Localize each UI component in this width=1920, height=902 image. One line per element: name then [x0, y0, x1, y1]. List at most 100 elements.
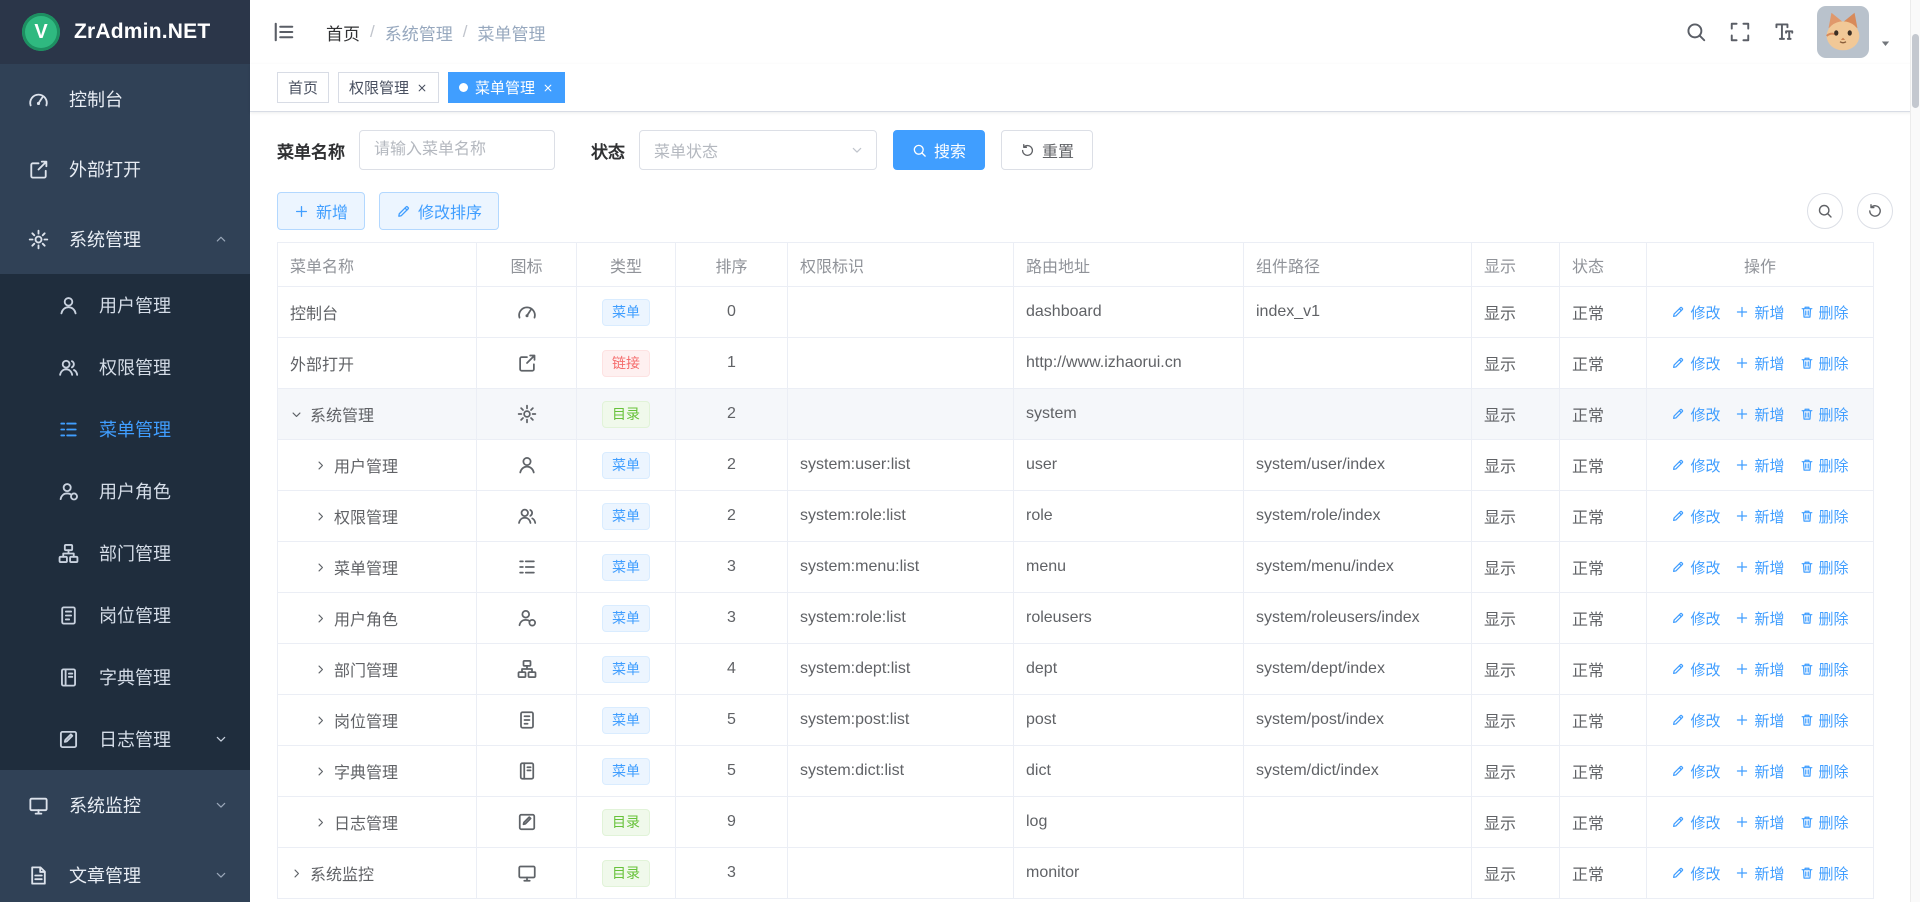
route-value: dashboard [1014, 287, 1244, 338]
sidebar-subitem-2-2[interactable]: 菜单管理 [0, 398, 250, 460]
row-edit-button[interactable]: 修改 [1671, 761, 1720, 782]
hamburger-icon[interactable] [272, 20, 296, 44]
visible-value: 显示 [1472, 848, 1560, 899]
row-add-button[interactable]: 新增 [1735, 659, 1784, 680]
component-value [1244, 848, 1472, 899]
fullscreen-icon[interactable] [1729, 21, 1751, 43]
reset-button[interactable]: 重置 [1001, 130, 1093, 170]
sidebar-subitem-2-5[interactable]: 岗位管理 [0, 584, 250, 646]
row-edit-button[interactable]: 修改 [1671, 353, 1720, 374]
sidebar-subitem-2-6[interactable]: 字典管理 [0, 646, 250, 708]
sidebar-item-1[interactable]: 外部打开 [0, 134, 250, 204]
row-add-button[interactable]: 新增 [1735, 608, 1784, 629]
row-delete-button[interactable]: 删除 [1800, 812, 1849, 833]
row-add-button[interactable]: 新增 [1735, 761, 1784, 782]
visible-value: 显示 [1472, 593, 1560, 644]
row-edit-button[interactable]: 修改 [1671, 404, 1720, 425]
row-delete-button[interactable]: 删除 [1800, 608, 1849, 629]
collapse-row-toggle[interactable] [290, 408, 303, 421]
row-edit-button[interactable]: 修改 [1671, 812, 1720, 833]
breadcrumb-item[interactable]: 首页 [326, 20, 360, 45]
row-edit-button[interactable]: 修改 [1671, 506, 1720, 527]
trash-icon [1800, 560, 1814, 574]
table-search-button[interactable] [1807, 193, 1843, 229]
close-icon[interactable] [542, 82, 554, 94]
edit-icon [1671, 815, 1685, 829]
status-select-value: 菜单状态 [654, 138, 718, 162]
breadcrumb-item: 菜单管理 [477, 20, 545, 45]
status-select[interactable]: 菜单状态 [639, 130, 877, 170]
row-delete-button[interactable]: 删除 [1800, 557, 1849, 578]
sidebar-item-label: 用户角色 [99, 478, 171, 504]
row-delete-button[interactable]: 删除 [1800, 863, 1849, 884]
tab-1[interactable]: 权限管理 [338, 72, 439, 103]
table-refresh-button[interactable] [1857, 193, 1893, 229]
row-delete-button[interactable]: 删除 [1800, 761, 1849, 782]
row-edit-button[interactable]: 修改 [1671, 455, 1720, 476]
chevron-right-icon [314, 765, 327, 778]
sidebar-item-3[interactable]: 系统监控 [0, 770, 250, 840]
column-header: 排序 [676, 243, 788, 287]
row-delete-button[interactable]: 删除 [1800, 710, 1849, 731]
expand-row-toggle[interactable] [314, 765, 327, 778]
row-add-button[interactable]: 新增 [1735, 710, 1784, 731]
sidebar-subitem-2-7[interactable]: 日志管理 [0, 708, 250, 770]
search-button[interactable]: 搜索 [893, 130, 985, 170]
expand-row-toggle[interactable] [290, 867, 303, 880]
row-edit-button[interactable]: 修改 [1671, 302, 1720, 323]
row-edit-button[interactable]: 修改 [1671, 557, 1720, 578]
add-button[interactable]: 新增 [277, 192, 365, 230]
expand-row-toggle[interactable] [314, 561, 327, 574]
row-add-button[interactable]: 新增 [1735, 812, 1784, 833]
sidebar-item-4[interactable]: 文章管理 [0, 840, 250, 902]
sidebar-subitem-2-0[interactable]: 用户管理 [0, 274, 250, 336]
sidebar-item-label: 系统管理 [69, 226, 141, 252]
fontsize-icon[interactable] [1773, 21, 1795, 43]
row-add-button[interactable]: 新增 [1735, 455, 1784, 476]
row-add-button[interactable]: 新增 [1735, 302, 1784, 323]
caret-down-icon[interactable] [1879, 37, 1892, 50]
close-icon[interactable] [416, 82, 428, 94]
sidebar-subitem-2-1[interactable]: 权限管理 [0, 336, 250, 398]
expand-row-toggle[interactable] [314, 510, 327, 523]
row-add-button[interactable]: 新增 [1735, 353, 1784, 374]
row-delete-button[interactable]: 删除 [1800, 404, 1849, 425]
row-edit-button[interactable]: 修改 [1671, 863, 1720, 884]
menu-name-input[interactable] [359, 130, 555, 170]
chevron-right-icon [314, 663, 327, 676]
row-delete-button[interactable]: 删除 [1800, 506, 1849, 527]
row-delete-button[interactable]: 删除 [1800, 659, 1849, 680]
table-header-row: 菜单名称图标类型排序权限标识路由地址组件路径显示状态操作 [278, 243, 1874, 287]
row-add-button[interactable]: 新增 [1735, 863, 1784, 884]
tab-0[interactable]: 首页 [277, 72, 329, 103]
edit-icon [1671, 560, 1685, 574]
search-icon[interactable] [1685, 21, 1707, 43]
row-edit-button[interactable]: 修改 [1671, 710, 1720, 731]
expand-row-toggle[interactable] [314, 714, 327, 727]
scrollbar-thumb[interactable] [1912, 34, 1919, 108]
avatar[interactable] [1817, 6, 1869, 58]
expand-row-toggle[interactable] [314, 612, 327, 625]
row-add-button[interactable]: 新增 [1735, 404, 1784, 425]
row-add-button[interactable]: 新增 [1735, 557, 1784, 578]
perm-value [788, 338, 1014, 389]
expand-row-toggle[interactable] [314, 663, 327, 676]
sort-button[interactable]: 修改排序 [379, 192, 499, 230]
logo[interactable]: V ZrAdmin.NET [0, 0, 250, 64]
log-icon [58, 729, 79, 750]
row-delete-button[interactable]: 删除 [1800, 353, 1849, 374]
sidebar-subitem-2-3[interactable]: 用户角色 [0, 460, 250, 522]
row-edit-button[interactable]: 修改 [1671, 608, 1720, 629]
sidebar-item-0[interactable]: 控制台 [0, 64, 250, 134]
row-delete-button[interactable]: 删除 [1800, 302, 1849, 323]
row-edit-button[interactable]: 修改 [1671, 659, 1720, 680]
tab-2[interactable]: 菜单管理 [448, 72, 565, 103]
sidebar-subitem-2-4[interactable]: 部门管理 [0, 522, 250, 584]
page-scrollbar[interactable] [1910, 0, 1920, 902]
row-delete-button[interactable]: 删除 [1800, 455, 1849, 476]
trash-icon [1800, 611, 1814, 625]
expand-row-toggle[interactable] [314, 816, 327, 829]
sidebar-item-2[interactable]: 系统管理 [0, 204, 250, 274]
expand-row-toggle[interactable] [314, 459, 327, 472]
row-add-button[interactable]: 新增 [1735, 506, 1784, 527]
